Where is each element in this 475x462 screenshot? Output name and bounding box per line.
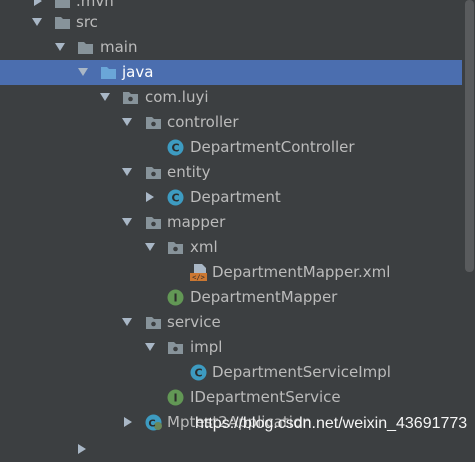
folder-icon — [54, 14, 71, 31]
class-icon: C — [190, 364, 207, 381]
svg-text:C: C — [148, 419, 155, 430]
watermark: https://blog.csdn.net/weixin_43691773 — [195, 415, 468, 432]
tree-item-label: DepartmentServiceImpl — [212, 363, 391, 381]
tree-item-label: DepartmentController — [190, 138, 355, 156]
chevron-down-icon[interactable] — [100, 93, 110, 101]
package-icon — [145, 164, 162, 181]
chevron-down-icon[interactable] — [122, 218, 132, 226]
package-icon — [167, 339, 184, 356]
tree-item-label: IDepartmentService — [190, 388, 341, 406]
svg-text:I: I — [173, 292, 177, 305]
chevron-down-icon[interactable] — [32, 18, 42, 26]
project-tree: .mvn src main java com.luyi controller C… — [0, 0, 475, 454]
tree-item-label: Department — [190, 188, 281, 206]
chevron-down-icon[interactable] — [145, 243, 155, 251]
chevron-down-icon[interactable] — [122, 168, 132, 176]
xml-file-icon: </> — [190, 264, 207, 282]
svg-text:</>: </> — [192, 274, 205, 282]
package-icon — [145, 114, 162, 131]
class-icon: C — [167, 139, 184, 156]
tree-row-mapper[interactable]: mapper — [0, 210, 462, 235]
tree-row-service[interactable]: service — [0, 310, 462, 335]
tree-row-main[interactable]: main — [0, 35, 462, 60]
tree-item-label: src — [76, 13, 98, 31]
tree-item-label: java — [122, 63, 154, 81]
interface-icon: I — [167, 389, 184, 406]
svg-text:C: C — [171, 192, 179, 205]
tree-row-java[interactable]: java — [0, 60, 462, 85]
package-icon — [145, 314, 162, 331]
tree-item-label: service — [167, 313, 221, 331]
source-folder-icon — [100, 64, 117, 81]
tree-item-label: DepartmentMapper.xml — [212, 263, 391, 281]
tree-item-label: entity — [167, 163, 211, 181]
chevron-down-icon[interactable] — [122, 318, 132, 326]
chevron-down-icon[interactable] — [78, 68, 88, 76]
tree-row-department-mapper-xml[interactable]: </> DepartmentMapper.xml — [0, 260, 462, 285]
spring-boot-class-icon: C — [145, 414, 162, 431]
class-icon: C — [167, 189, 184, 206]
interface-icon: I — [167, 289, 184, 306]
tree-item-label: controller — [167, 113, 239, 131]
scrollbar[interactable] — [462, 0, 475, 446]
package-icon — [145, 214, 162, 231]
tree-row-department[interactable]: C Department — [0, 185, 462, 210]
folder-icon — [54, 0, 71, 10]
tree-item-label: xml — [190, 238, 218, 256]
tree-item-label: main — [100, 38, 138, 56]
package-icon — [122, 89, 139, 106]
chevron-right-icon[interactable] — [124, 417, 132, 427]
tree-item-label: DepartmentMapper — [190, 288, 338, 306]
chevron-right-icon[interactable] — [34, 0, 42, 6]
tree-row-partial[interactable] — [0, 437, 462, 462]
tree-row-department-service-impl[interactable]: C DepartmentServiceImpl — [0, 360, 462, 385]
tree-row-impl[interactable]: impl — [0, 335, 462, 360]
package-icon — [167, 239, 184, 256]
tree-item-label: com.luyi — [145, 88, 209, 106]
folder-icon — [77, 39, 94, 56]
tree-row-src[interactable]: src — [0, 10, 462, 35]
tree-row-department-mapper[interactable]: I DepartmentMapper — [0, 285, 462, 310]
tree-row-idepartment-service[interactable]: I IDepartmentService — [0, 385, 462, 410]
tree-row-department-controller[interactable]: C DepartmentController — [0, 135, 462, 160]
tree-item-label: impl — [190, 338, 223, 356]
chevron-down-icon[interactable] — [145, 343, 155, 351]
tree-row-entity[interactable]: entity — [0, 160, 462, 185]
chevron-right-icon[interactable] — [146, 192, 154, 202]
svg-text:C: C — [171, 142, 179, 155]
tree-item-label: mapper — [167, 213, 226, 231]
svg-text:C: C — [194, 367, 202, 380]
tree-row-com-luyi[interactable]: com.luyi — [0, 85, 462, 110]
scrollbar-thumb[interactable] — [465, 0, 474, 272]
chevron-down-icon[interactable] — [55, 43, 65, 51]
tree-row-controller[interactable]: controller — [0, 110, 462, 135]
chevron-down-icon[interactable] — [122, 118, 132, 126]
svg-text:I: I — [173, 392, 177, 405]
tree-row-xml[interactable]: xml — [0, 235, 462, 260]
